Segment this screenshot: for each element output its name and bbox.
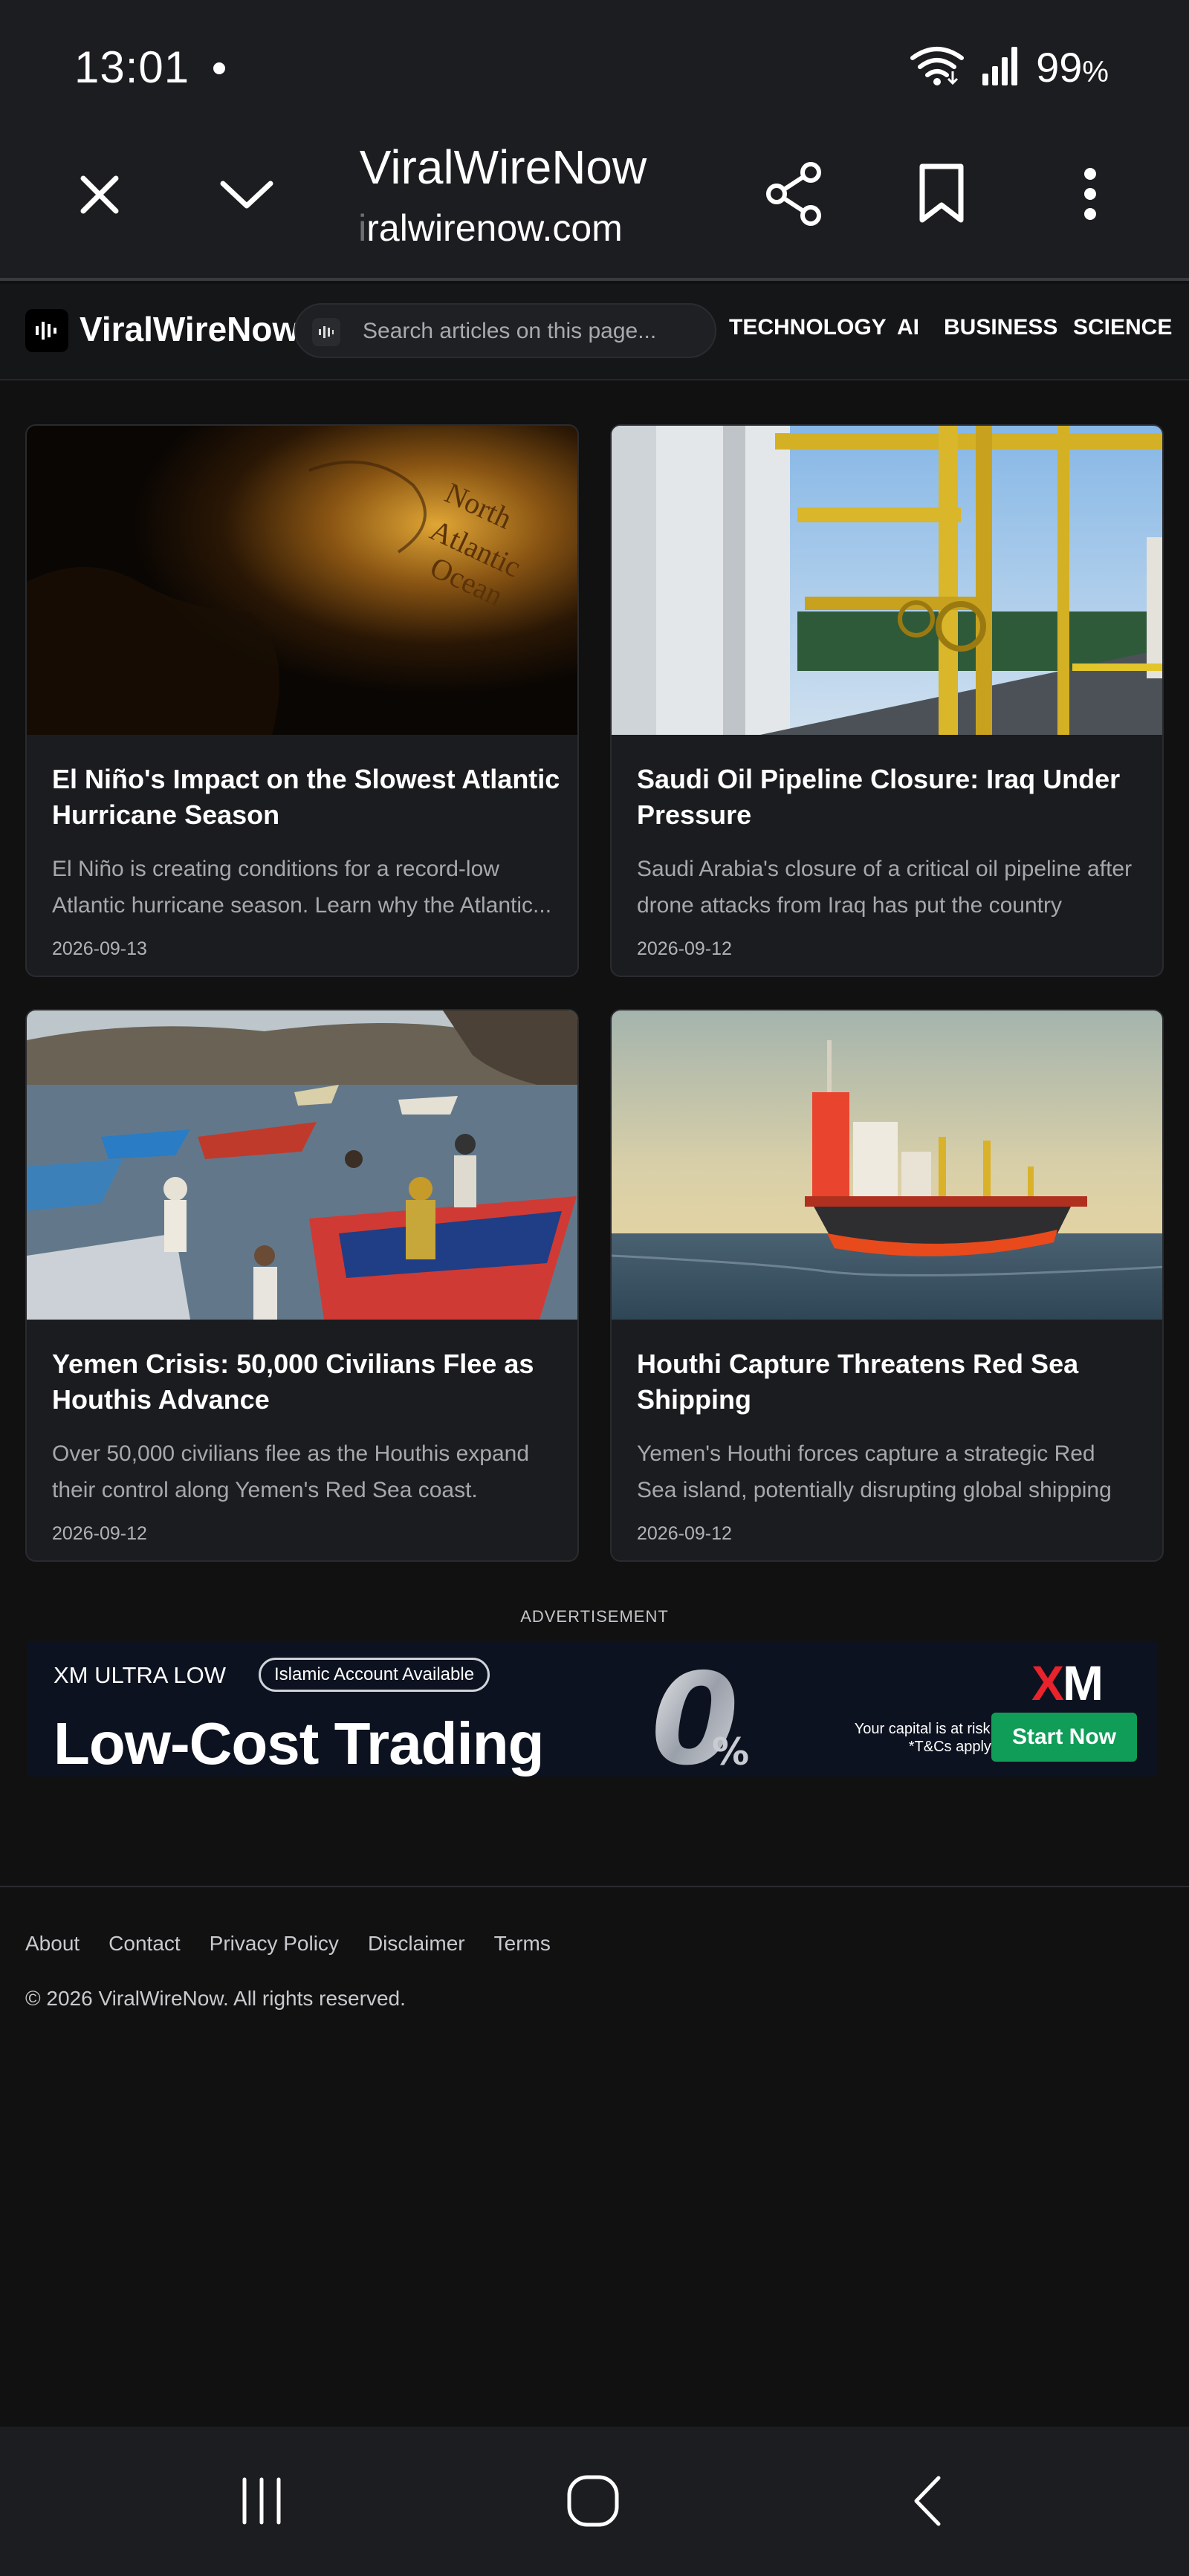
article-description: Yemen's Houthi forces capture a strategi… [637, 1441, 1112, 1502]
bookmark-icon[interactable] [908, 160, 975, 227]
ad-brand-line: XM ULTRA LOW [54, 1662, 226, 1688]
footer-link-disclaimer[interactable]: Disclaimer [368, 1932, 465, 1956]
article-card[interactable]: Saudi Oil Pipeline Closure: Iraq Under P… [610, 424, 1164, 977]
site-name[interactable]: ViralWireNow [80, 309, 299, 349]
back-icon[interactable] [889, 2462, 966, 2540]
article-description: Over 50,000 civilians flee as the Houthi… [52, 1441, 530, 1502]
article-image-ship[interactable] [612, 1010, 1162, 1320]
home-icon[interactable] [554, 2462, 632, 2540]
footer-link-about[interactable]: About [25, 1932, 80, 1956]
article-image-pipeline[interactable] [612, 426, 1162, 735]
footer-link-terms[interactable]: Terms [494, 1932, 551, 1956]
footer-links: About Contact Privacy Policy Disclaimer … [25, 1932, 551, 1956]
article-description: El Niño is creating conditions for a rec… [52, 857, 552, 918]
article-date: 2026-09-12 [637, 938, 732, 959]
nav-business[interactable]: BUSINESS [944, 315, 1057, 340]
share-icon[interactable] [761, 160, 828, 227]
article-date: 2026-09-13 [52, 938, 147, 959]
status-time: 13:01 [74, 42, 190, 92]
ad-cta-button[interactable]: Start Now [991, 1713, 1137, 1762]
article-card[interactable]: North Atlantic Ocean El Niño's Impact on… [25, 424, 579, 977]
ad-banner[interactable]: XM ULTRA LOW Islamic Account Available L… [27, 1641, 1158, 1777]
article-card[interactable]: Yemen Crisis: 50,000 Civilians Flee as H… [25, 1009, 579, 1562]
footer-link-contact[interactable]: Contact [108, 1932, 181, 1956]
article-date: 2026-09-12 [637, 1523, 732, 1544]
site-header: ViralWireNow TECHNOLOGY AI BUSINESS SCIE… [0, 284, 1189, 380]
footer-divider [0, 1886, 1189, 1887]
svg-text:%: % [712, 1730, 749, 1774]
ad-label: ADVERTISEMENT [520, 1607, 669, 1626]
browser-toolbar: ViralWireNow iralwirenow.com [0, 126, 1189, 281]
article-image-map[interactable]: North Atlantic Ocean [27, 426, 577, 735]
ad-pill: Islamic Account Available [259, 1658, 490, 1692]
more-vert-icon[interactable] [1057, 160, 1124, 227]
article-description: Saudi Arabia's closure of a critical oil… [637, 857, 1133, 918]
search-input[interactable] [363, 314, 704, 349]
article-image-boats[interactable] [27, 1010, 577, 1320]
status-icons: 99% [910, 43, 1109, 91]
article-card[interactable]: Houthi Capture Threatens Red Sea Shippin… [610, 1009, 1164, 1562]
ad-zero-percent-graphic: 0 % [644, 1644, 755, 1777]
url-bar[interactable]: iralwirenow.com [0, 207, 981, 250]
footer-link-privacy[interactable]: Privacy Policy [210, 1932, 339, 1956]
system-nav-bar [0, 2427, 1189, 2576]
ad-headline: Low-Cost Trading [54, 1710, 545, 1777]
article-date: 2026-09-12 [52, 1523, 147, 1544]
nav-ai[interactable]: AI [897, 315, 919, 340]
search-wave-icon [312, 318, 340, 346]
signal-icon [981, 45, 1020, 89]
article-title[interactable]: El Niño's Impact on the Slowest Atlantic… [52, 762, 565, 833]
copyright: © 2026 ViralWireNow. All rights reserved… [25, 1987, 406, 2010]
page-title: ViralWireNow [359, 140, 647, 194]
search-box[interactable] [294, 303, 716, 358]
nav-science[interactable]: SCIENCE [1073, 315, 1172, 340]
nav-technology[interactable]: TECHNOLOGY [729, 315, 887, 340]
battery-level: 99% [1036, 44, 1109, 91]
article-title[interactable]: Houthi Capture Threatens Red Sea Shippin… [637, 1346, 1150, 1418]
article-title[interactable]: Saudi Oil Pipeline Closure: Iraq Under P… [637, 762, 1150, 833]
notification-dot [213, 62, 225, 74]
article-title[interactable]: Yemen Crisis: 50,000 Civilians Flee as H… [52, 1346, 565, 1418]
recent-apps-icon[interactable] [223, 2462, 300, 2540]
site-logo-icon[interactable] [25, 309, 68, 352]
wifi-icon [910, 45, 965, 90]
ad-risk-text: Your capital is at risk. *T&Cs apply. [854, 1721, 994, 1755]
status-bar: 13:01 99% [0, 0, 1189, 126]
ad-logo: XM [1031, 1655, 1104, 1710]
